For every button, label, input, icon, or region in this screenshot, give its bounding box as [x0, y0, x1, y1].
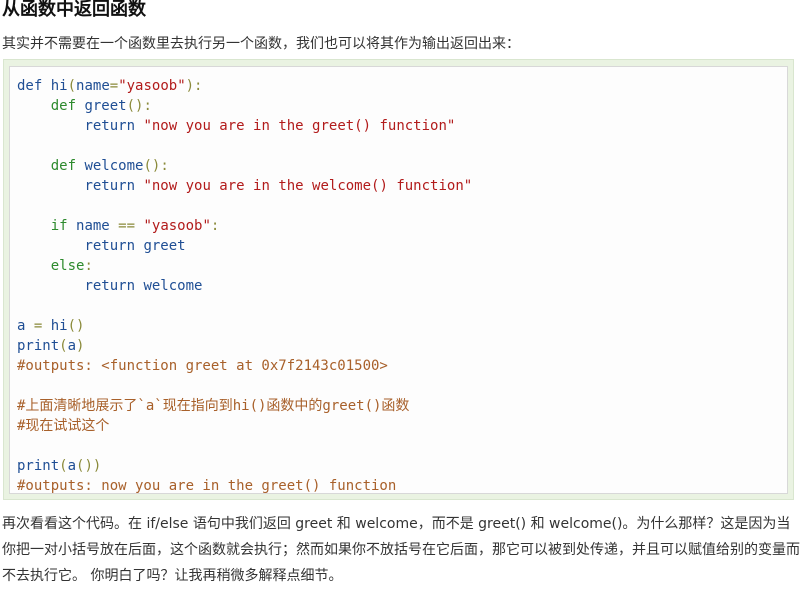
code-token: if	[50, 218, 68, 234]
code-token: welcome	[143, 278, 203, 294]
code-token: a	[67, 458, 77, 474]
code-token: return	[84, 118, 136, 134]
code-token: ==	[118, 218, 136, 234]
code-token: #现在试试这个	[17, 418, 110, 434]
code-token: :	[84, 258, 93, 274]
code-line: print(a())	[17, 456, 472, 476]
code-token: :	[210, 218, 220, 234]
code-line: a = hi()	[17, 316, 472, 336]
code-token: greet	[143, 238, 186, 254]
code-token: def	[50, 158, 77, 174]
code-token: def	[17, 78, 43, 94]
code-token: print	[17, 458, 60, 474]
code-token: "now you are in the welcome() function"	[143, 178, 473, 194]
code-token: ():	[143, 158, 169, 174]
code-token: return	[84, 278, 136, 294]
intro-paragraph: 其实并不需要在一个函数里去执行另一个函数，我们也可以将其作为输出返回出来：	[2, 36, 520, 52]
code-block-frame: def hi(name="yasoob"): def greet(): retu…	[3, 59, 794, 500]
explanation-paragraph: 再次看看这个代码。在 if/else 语句中我们返回 greet 和 welco…	[2, 516, 800, 584]
code-token: print	[17, 338, 60, 354]
code-token: hi	[50, 78, 68, 94]
code-token: ())	[76, 458, 102, 474]
code-token: greet	[84, 98, 127, 114]
code-line: #outputs: <function greet at 0x7f2143c01…	[17, 356, 472, 376]
code-token: return	[84, 238, 136, 254]
code-token: a	[67, 338, 77, 354]
code-line: #上面清晰地展示了`a`现在指向到hi()函数中的greet()函数	[17, 396, 472, 416]
code-token: (	[67, 78, 77, 94]
code-token: #outputs: <function greet at 0x7f2143c01…	[17, 358, 388, 374]
code-line: def welcome():	[17, 156, 472, 176]
code-token: (	[59, 458, 68, 474]
code-line: return greet	[17, 236, 472, 256]
code-token: #上面清晰地展示了`a`现在指向到hi()函数中的greet()函数	[17, 398, 410, 414]
code-line: if name == "yasoob":	[17, 216, 472, 236]
code-token: )	[76, 338, 85, 354]
code-token: "now you are in the greet() function"	[143, 118, 456, 134]
section-heading: 从函数中返回函数	[2, 0, 146, 20]
code-line: print(a)	[17, 336, 472, 356]
code-token: name	[76, 78, 110, 94]
code-line: else:	[17, 256, 472, 276]
code-line: #现在试试这个	[17, 416, 472, 436]
code-token: ()	[67, 318, 85, 334]
code-listing[interactable]: def hi(name="yasoob"): def greet(): retu…	[17, 76, 472, 496]
code-token: "yasoob"	[143, 218, 211, 234]
code-token: hi	[50, 318, 68, 334]
code-token: (	[59, 338, 68, 354]
code-line: return "now you are in the greet() funct…	[17, 116, 472, 136]
code-token: return	[84, 178, 136, 194]
code-token: "yasoob"	[118, 78, 186, 94]
code-line: #outputs: now you are in the greet() fun…	[17, 476, 472, 496]
code-block[interactable]: def hi(name="yasoob"): def greet(): retu…	[9, 66, 788, 494]
code-token: #outputs: now you are in the greet() fun…	[17, 478, 397, 494]
code-line: def hi(name="yasoob"):	[17, 76, 472, 96]
code-line: return "now you are in the welcome() fun…	[17, 176, 472, 196]
code-token: =	[109, 78, 119, 94]
code-token: ():	[126, 98, 152, 114]
code-token: else	[50, 258, 85, 274]
code-line: def greet():	[17, 96, 472, 116]
code-line: return welcome	[17, 276, 472, 296]
code-token: welcome	[84, 158, 144, 174]
code-token: def	[50, 98, 77, 114]
article: 从函数中返回函数 其实并不需要在一个函数里去执行另一个函数，我们也可以将其作为输…	[0, 0, 804, 590]
code-token: name	[76, 218, 110, 234]
code-token: ):	[185, 78, 203, 94]
